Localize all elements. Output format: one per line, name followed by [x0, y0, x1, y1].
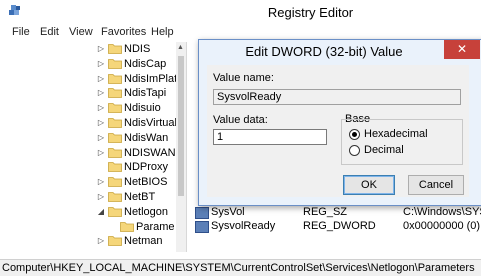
- value-row[interactable]: SysvolReady REG_DWORD 0x00000000 (0): [195, 220, 481, 234]
- expand-arrow-icon[interactable]: ▷: [97, 88, 105, 98]
- menu-file[interactable]: File: [12, 26, 30, 38]
- tree-item-label: Ndisuio: [124, 102, 161, 115]
- folder-icon: [108, 73, 122, 84]
- menu-view[interactable]: View: [69, 26, 93, 38]
- tree-item[interactable]: ▷ NdisVirtual: [0, 116, 177, 131]
- tree-item[interactable]: ▷ NdisImPlat: [0, 72, 178, 87]
- value-data: C:\Windows\SYSVO: [403, 206, 481, 218]
- tree-item-label: NetBT: [124, 191, 156, 203]
- tree-item-label: NDIS: [124, 43, 151, 55]
- folder-icon: [108, 177, 122, 188]
- reg-value-icon: [195, 207, 209, 219]
- expand-arrow-icon[interactable]: ▷: [97, 148, 105, 158]
- menu-edit[interactable]: Edit: [40, 26, 59, 38]
- expand-arrow-icon[interactable]: [97, 162, 105, 172]
- tree-item[interactable]: ◢ Netlogon: [0, 205, 176, 220]
- value-name-label: Value name:: [213, 72, 274, 84]
- expand-arrow-icon[interactable]: ▷: [97, 103, 105, 113]
- expand-arrow-icon[interactable]: ▷: [97, 118, 105, 128]
- tree-item[interactable]: ▷ NDISWANL: [0, 146, 182, 161]
- value-data-input[interactable]: 1: [213, 129, 327, 145]
- dialog-title: Edit DWORD (32-bit) Value: [245, 44, 403, 59]
- folder-icon: [108, 58, 122, 69]
- decimal-label: Decimal: [364, 144, 404, 156]
- title-bar: Registry Editor: [0, 0, 481, 24]
- tree-item[interactable]: ▷ NdisCap: [0, 57, 176, 72]
- tree-scrollbar[interactable]: ▲: [176, 42, 186, 252]
- registry-tree: ▷ NDIS ▷ NdisCap ▷ NdisImPlat ▷ NdisTapi ▷ Ndisui…: [0, 42, 187, 252]
- expand-arrow-icon[interactable]: ▷: [97, 133, 105, 143]
- scrollbar-thumb[interactable]: [178, 56, 184, 196]
- folder-icon: [108, 147, 122, 158]
- tree-item-label: NdisWan: [124, 131, 169, 144]
- folder-icon: [108, 206, 122, 217]
- status-bar: Computer\HKEY_LOCAL_MACHINE\SYSTEM\Curre…: [0, 259, 481, 276]
- expand-arrow-icon[interactable]: ▷: [97, 236, 105, 246]
- value-name: SysvolReady: [211, 220, 276, 232]
- tree-item[interactable]: ▷ NetBIOS: [0, 175, 176, 190]
- scroll-up-icon[interactable]: ▲: [177, 44, 184, 51]
- tree-item-label: NetBIOS: [124, 176, 168, 189]
- hexadecimal-label: Hexadecimal: [364, 128, 428, 140]
- tree-item[interactable]: Parame: [12, 220, 186, 235]
- close-button[interactable]: ✕: [444, 40, 480, 59]
- folder-icon: [108, 162, 122, 173]
- tree-item-label: Parame: [136, 220, 175, 233]
- folder-icon: [108, 103, 122, 114]
- edit-dword-dialog: Edit DWORD (32-bit) Value ✕ Value name: …: [198, 39, 481, 206]
- value-type: REG_SZ: [303, 206, 348, 218]
- folder-icon: [108, 192, 122, 202]
- dialog-body: Value name: SysvolReady Value data: 1 Ba…: [207, 65, 469, 197]
- tree-item[interactable]: ▷ Ndisuio: [0, 101, 176, 116]
- menu-favorites[interactable]: Favorites: [101, 26, 146, 38]
- base-groupbox: [341, 119, 463, 165]
- window-title: Registry Editor: [267, 5, 354, 20]
- status-path: Computer\HKEY_LOCAL_MACHINE\SYSTEM\Curre…: [2, 262, 475, 274]
- hexadecimal-radio[interactable]: [349, 129, 360, 140]
- menu-help[interactable]: Help: [151, 26, 174, 38]
- folder-icon: [108, 88, 122, 99]
- ok-button[interactable]: OK: [343, 175, 395, 195]
- folder-icon: [108, 118, 122, 128]
- tree-item-label: NdisTapi: [124, 87, 167, 100]
- tree-item-label: NdisCap: [124, 57, 167, 70]
- decimal-radio[interactable]: [349, 145, 360, 156]
- cancel-button[interactable]: Cancel: [408, 175, 464, 195]
- expand-arrow-icon[interactable]: ◢: [97, 207, 105, 217]
- tree-item-label: Netman: [124, 235, 163, 248]
- tree-item[interactable]: ▷ NDIS: [0, 42, 176, 57]
- close-icon: ✕: [456, 42, 468, 56]
- folder-icon: [108, 132, 122, 143]
- tree-item[interactable]: ▷ Netman: [0, 234, 176, 249]
- tree-item-label: Netlogon: [124, 205, 169, 218]
- expand-arrow-icon[interactable]: ▷: [97, 177, 105, 187]
- tree-item[interactable]: ▷ NetBT: [0, 190, 176, 205]
- tree-item-label: NDISWANL: [124, 146, 182, 159]
- tree-item-label: NDProxy: [124, 161, 169, 174]
- value-row-partial[interactable]: SysVol REG_SZ C:\Windows\SYSVO: [195, 206, 481, 220]
- value-data: 0x00000000 (0): [403, 220, 481, 232]
- tree-item[interactable]: NDProxy: [0, 160, 176, 175]
- expand-arrow-icon[interactable]: ▷: [97, 44, 105, 54]
- expand-arrow-icon[interactable]: [109, 222, 117, 232]
- value-name-field[interactable]: SysvolReady: [213, 89, 461, 105]
- folder-icon: [108, 44, 122, 54]
- folder-icon: [108, 236, 122, 247]
- value-name: SysVol: [211, 206, 245, 218]
- tree-item-label: NdisVirtual: [124, 117, 177, 129]
- expand-arrow-icon[interactable]: ▷: [97, 74, 105, 84]
- folder-icon: [120, 221, 134, 232]
- value-data-label: Value data:: [213, 114, 268, 126]
- expand-arrow-icon[interactable]: ▷: [97, 192, 105, 202]
- tree-item[interactable]: ▷ NdisWan: [0, 131, 176, 146]
- tree-item[interactable]: ▷ NdisTapi: [0, 86, 176, 101]
- reg-dword-icon: [195, 221, 209, 233]
- tree-item-label: NdisImPlat: [124, 72, 178, 85]
- expand-arrow-icon[interactable]: ▷: [97, 59, 105, 69]
- value-type: REG_DWORD: [303, 220, 376, 232]
